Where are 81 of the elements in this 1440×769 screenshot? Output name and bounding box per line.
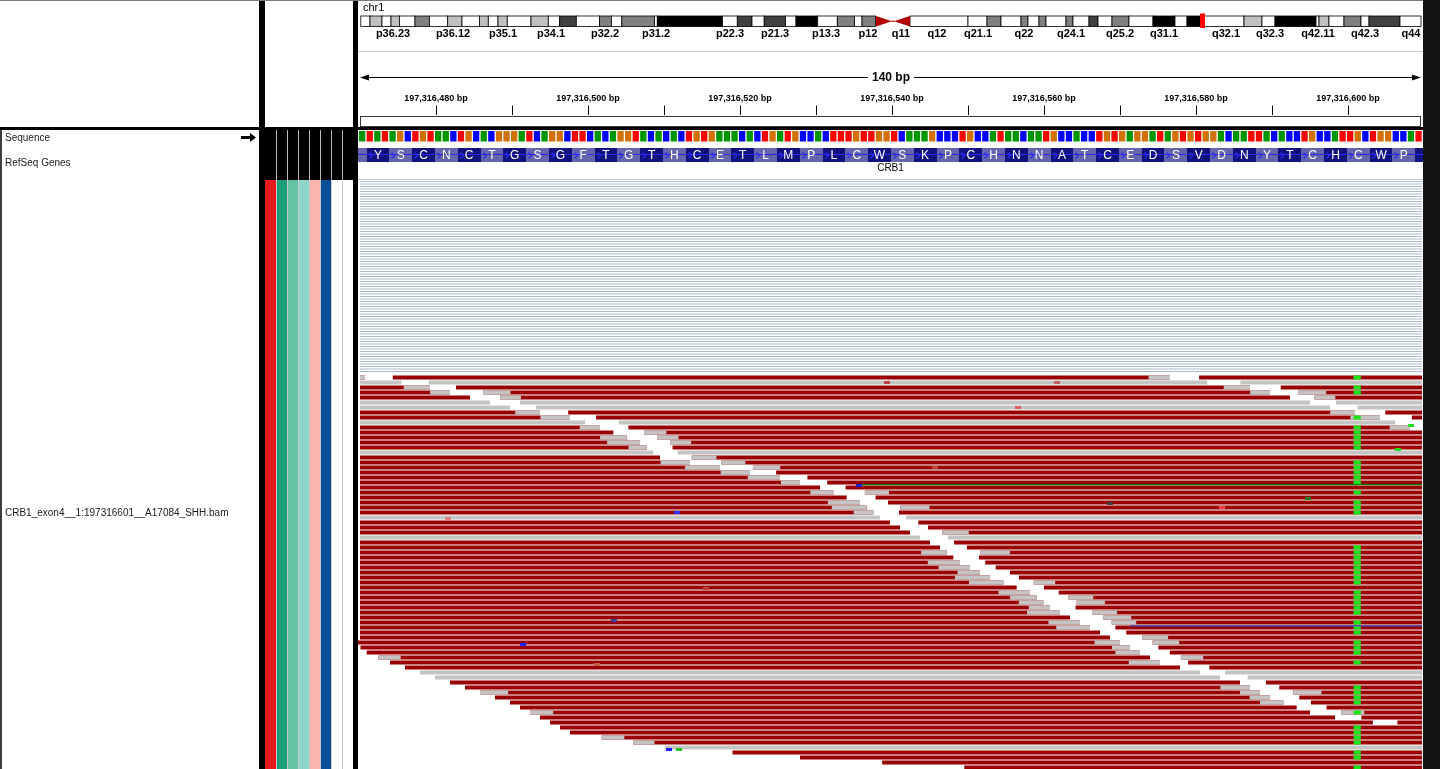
amino-acid-letter: C (419, 149, 428, 161)
cytoband-label: q12 (927, 28, 947, 38)
amino-acid-letter: T (739, 149, 747, 161)
cytoband-label: q31.1 (1149, 28, 1179, 38)
amino-acid-letter: T (1081, 149, 1089, 161)
gene-name: CRB1 (877, 162, 904, 173)
amino-acid-letter: C (1353, 149, 1363, 161)
chromosome-name: chr1 (363, 1, 385, 13)
cytoband-label: p31.2 (641, 28, 671, 38)
cytoband-label: p12 (858, 28, 878, 38)
cytoband-label: q44 (1401, 28, 1421, 38)
amino-acid-letter: G (555, 149, 566, 161)
amino-acid-letter: N (442, 149, 451, 161)
ruler-tick-label: 197,316,560 bp (1012, 93, 1076, 104)
amino-acid-letter: S (533, 149, 542, 161)
amino-acid-letter: A (1057, 149, 1066, 161)
amino-acid-letter: W (1375, 149, 1387, 161)
cytoband-label: p13.3 (811, 28, 841, 38)
cytoband-label: q32.1 (1211, 28, 1241, 38)
amino-acid-letter: T (647, 149, 656, 161)
amino-acid-letter: T (488, 149, 496, 161)
ruler-tick-label: 197,316,520 bp (708, 93, 772, 104)
cytoband-label: q25.2 (1105, 28, 1135, 38)
amino-acid-letter: H (989, 149, 998, 161)
cytoband-label: p36.12 (435, 28, 471, 38)
cytoband-label: p32.2 (590, 28, 620, 38)
amino-acid-letter: N (1239, 149, 1249, 161)
amino-acid-letter: K (921, 149, 930, 161)
amino-acid-letter: V (1194, 149, 1203, 161)
amino-acid-letter: L (830, 149, 838, 161)
cytoband-label: p36.23 (375, 28, 411, 38)
ruler-tick-label: 197,316,480 bp (404, 93, 468, 104)
amino-acid-letter: S (898, 149, 907, 161)
amino-acid-letter: P (807, 149, 816, 161)
amino-acid-letter: C (1103, 149, 1112, 161)
cytoband-label: q42.11 (1301, 28, 1335, 38)
amino-acid-letter: L (762, 149, 769, 161)
ruler-tick-label: 197,316,500 bp (556, 93, 620, 104)
amino-acid-letter: E (1126, 149, 1135, 161)
amino-acid-letter: G (624, 149, 634, 161)
cytoband-label: q24.1 (1056, 28, 1086, 38)
ruler-tick-label: 197,316,580 bp (1164, 93, 1228, 104)
span-length-label: 140 bp (871, 70, 911, 84)
amino-acid-letter: C (464, 149, 474, 161)
cytoband-label: p35.1 (488, 28, 518, 38)
amino-acid-letter: P (1399, 149, 1408, 161)
ruler-tick-label: 197,316,600 bp (1316, 93, 1380, 104)
amino-acid-letter: F (579, 149, 587, 161)
amino-acid-letter: D (1148, 149, 1158, 161)
amino-acid-letter: C (1308, 149, 1317, 161)
amino-acid-letter: N (1034, 149, 1044, 161)
amino-acid-letter: T (602, 149, 610, 161)
ruler-tick-label: 197,316,540 bp (860, 93, 924, 104)
amino-acid-letter: S (396, 149, 405, 161)
cytoband-label: q21.1 (963, 28, 993, 38)
amino-acid-letter: Y (1263, 149, 1272, 161)
track-name: Sequence (5, 131, 51, 144)
amino-acid-letter: Y (374, 149, 382, 161)
amino-acid-letter: W (873, 149, 886, 161)
amino-acid-letter: E (715, 149, 724, 161)
amino-acid-letter: C (852, 149, 862, 161)
amino-acid-letter: D (1217, 149, 1226, 161)
amino-acid-letter: S (1171, 149, 1180, 161)
amino-acid-letter: N (1011, 149, 1021, 161)
amino-acid-letter: H (1331, 149, 1340, 161)
amino-acid-letter: M (783, 149, 794, 161)
cytoband-label: q42.3 (1350, 28, 1380, 38)
amino-acid-letter: H (670, 149, 679, 161)
cytoband-label: q22 (1014, 28, 1034, 38)
amino-acid-letter: T (1286, 149, 1294, 161)
cytoband-label: q11 (891, 28, 911, 38)
amino-acid-letter: G (510, 149, 520, 161)
track-name: RefSeq Genes (5, 156, 71, 169)
cytoband-label: p34.1 (536, 28, 566, 38)
amino-acid-letter: P (943, 149, 952, 161)
track-name: CRB1_exon4__1:197316601__A17084_SHH.bam (5, 507, 229, 518)
amino-acid-letter: C (692, 149, 702, 161)
cytoband-label: q32.3 (1255, 28, 1285, 38)
amino-acid-letter: C (966, 149, 976, 161)
cytoband-label: p22.3 (715, 28, 745, 38)
cytoband-label: p21.3 (760, 28, 790, 38)
